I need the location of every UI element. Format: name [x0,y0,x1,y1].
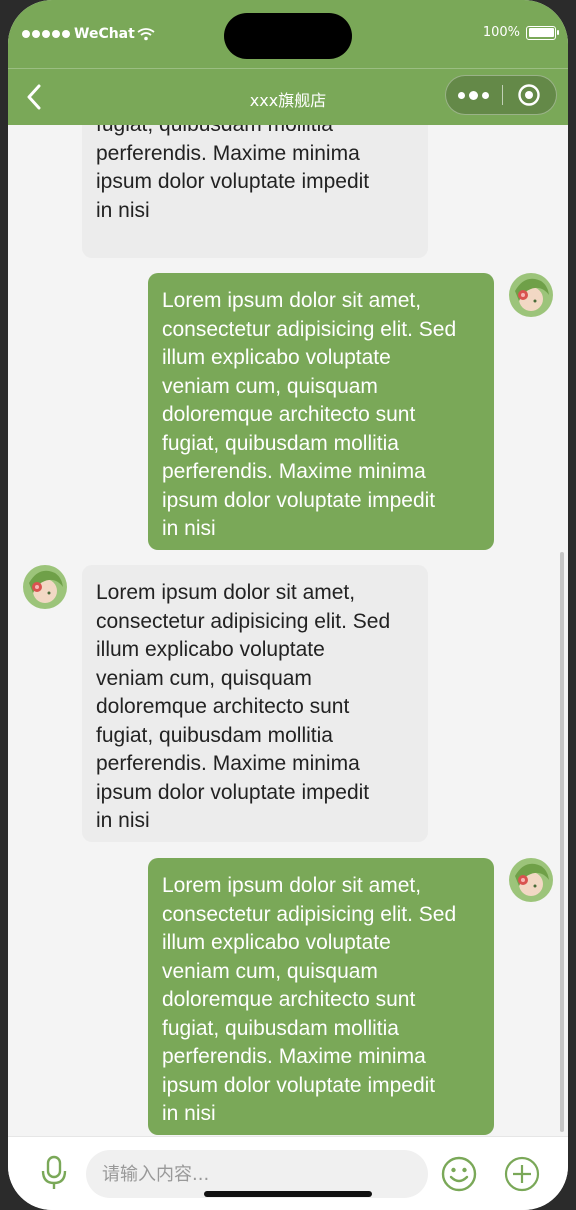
message-text: Lorem ipsum dolor sit amet, consectetur … [162,289,457,540]
avatar[interactable] [509,273,553,317]
status-bar: WeChat 100% [8,0,568,68]
more-dots-icon [458,91,466,99]
message-bubble-sent: Lorem ipsum dolor sit amet, consectetur … [148,273,494,550]
avatar-image [23,565,67,609]
battery-indicator: 100% [482,25,559,40]
voice-button[interactable] [40,1155,68,1191]
avatar-image [509,858,553,902]
message-bubble-received: fugiat, quibusdam mollitia perferendis. … [82,125,428,258]
plus-circle-icon [504,1156,540,1192]
input-bar [8,1136,568,1210]
message-text: Lorem ipsum dolor sit amet, consectetur … [96,581,391,832]
battery-icon [526,25,559,40]
mini-program-capsule [445,75,557,115]
target-icon [518,84,540,106]
signal-dots-icon [22,30,70,38]
message-text: Lorem ipsum dolor sit amet, consectetur … [162,874,457,1125]
avatar-image [509,273,553,317]
emoji-button[interactable] [441,1156,477,1192]
microphone-icon [41,1155,67,1189]
close-button[interactable] [502,76,556,114]
battery-percent: 100% [482,25,520,40]
message-list[interactable]: fugiat, quibusdam mollitia perferendis. … [8,125,568,1136]
avatar[interactable] [509,858,553,902]
phone-screen: WeChat 100% xxx旗舰店 perferendis. Maxime m… [8,0,568,1210]
signal-indicator: WeChat [22,26,155,42]
message-bubble-sent: Lorem ipsum dolor sit amet, consectetur … [148,858,494,1135]
message-text: fugiat, quibusdam mollitia perferendis. … [96,125,370,222]
nav-bar: xxx旗舰店 [8,69,568,125]
camera-notch [224,13,352,59]
wifi-icon [137,28,155,41]
more-button[interactable] [446,76,502,114]
carrier-name: WeChat [74,26,135,42]
scrollbar[interactable] [560,552,564,1132]
home-indicator [204,1191,372,1197]
smiley-icon [441,1156,477,1192]
add-button[interactable] [504,1156,540,1192]
avatar[interactable] [23,565,67,609]
message-bubble-received: Lorem ipsum dolor sit amet, consectetur … [82,565,428,842]
header: WeChat 100% xxx旗舰店 [8,0,568,125]
